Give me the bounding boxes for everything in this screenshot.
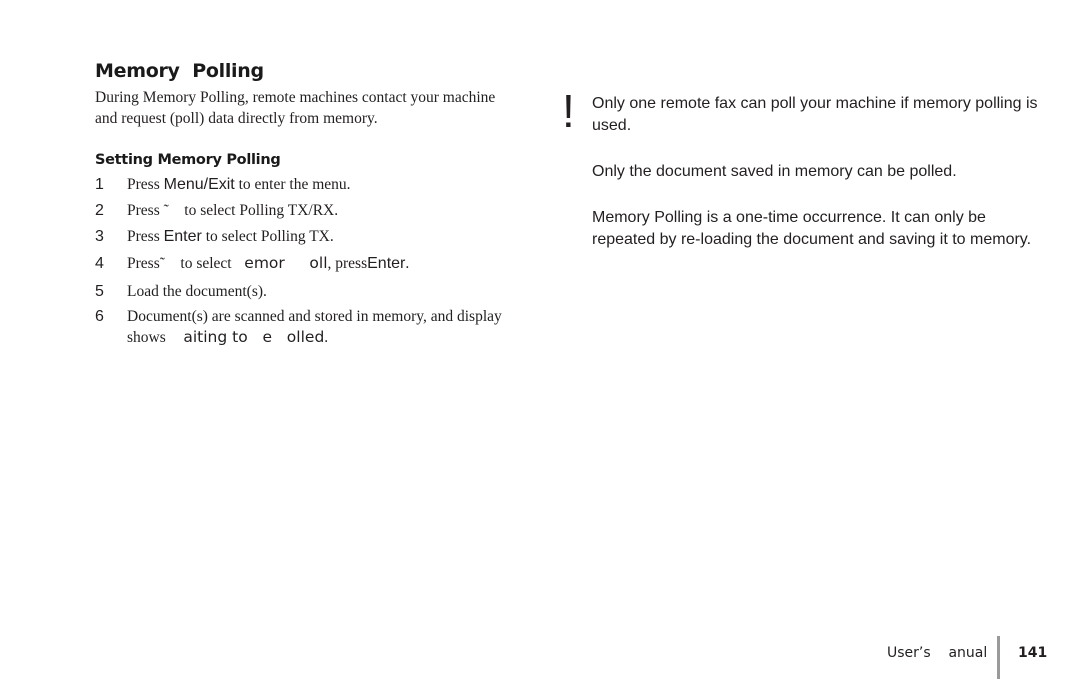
note-item: Only the document saved in memory can be… — [592, 163, 957, 180]
step-text-pre: Press — [127, 228, 164, 245]
step-number: 4 — [95, 255, 104, 272]
footer-manual-label: User’s anual — [887, 645, 988, 661]
section-title: Memory Polling — [95, 60, 264, 82]
step-item: 1 Press Menu/Exit to enter the menu. — [95, 174, 515, 196]
step-item: 5 Load the document(s). — [95, 281, 515, 303]
step-text-post: . — [405, 255, 410, 272]
step-number: 5 — [95, 283, 104, 300]
step-text-pre: Press ˜ to select Polling TX/RX. — [127, 202, 339, 219]
step-item: 2 Press ˜ to select Polling TX/RX. — [95, 200, 515, 222]
step-text-pre: Press˜ to select — [127, 255, 240, 272]
step-text-mid: , press — [327, 255, 368, 272]
note-item: Memory Polling is a one-time occurrence.… — [592, 209, 1032, 248]
intro-paragraph: During Memory Polling, remote machines c… — [95, 89, 496, 127]
note-item: Only one remote fax can poll your machin… — [592, 95, 1038, 134]
exclamation-icon: ! — [562, 85, 575, 137]
step-text: Press ˜ to select Polling TX/RX. — [127, 200, 507, 221]
procedure-heading: Setting Memory Polling — [95, 152, 281, 168]
page-number: 141 — [1018, 645, 1048, 661]
key-label: Enter — [163, 228, 202, 245]
step-number: 2 — [95, 202, 104, 219]
step-number: 6 — [95, 308, 104, 325]
footer-divider — [997, 636, 1000, 679]
step-item: 4 Press˜ to select emor oll, pressEnter. — [95, 253, 515, 275]
step-text-pre: Load the document(s). — [127, 283, 267, 300]
step-item: 6 Document(s) are scanned and stored in … — [95, 306, 515, 350]
step-text: Load the document(s). — [127, 281, 507, 302]
step-text-post: to enter the menu. — [234, 176, 351, 193]
display-text: emor oll — [239, 254, 328, 272]
step-text-pre: Press — [127, 176, 164, 193]
step-text: Press˜ to select emor oll, pressEnter. — [127, 253, 507, 274]
step-item: 3 Press Enter to select Polling TX. — [95, 226, 515, 248]
key-label: Enter — [367, 255, 406, 272]
display-text: aiting to e olled — [173, 328, 325, 346]
step-number: 3 — [95, 228, 104, 245]
step-text-post: . — [324, 329, 329, 346]
step-text: Press Enter to select Polling TX. — [127, 226, 507, 247]
step-number: 1 — [95, 176, 104, 193]
step-text: Press Menu/Exit to enter the menu. — [127, 174, 507, 195]
step-text-post: to select Polling TX. — [201, 228, 334, 245]
step-text: Document(s) are scanned and stored in me… — [127, 306, 502, 348]
key-label: Menu/Exit — [163, 176, 235, 193]
